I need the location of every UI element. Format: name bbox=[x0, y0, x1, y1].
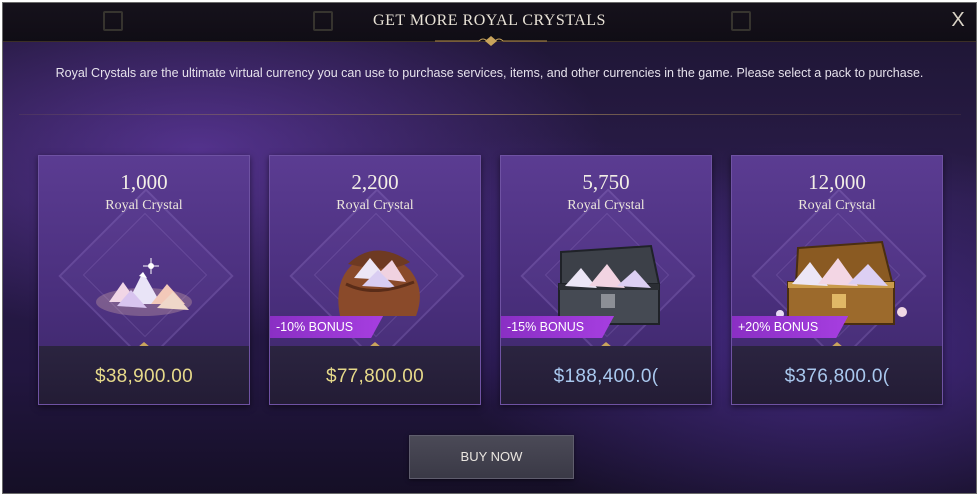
buy-now-button[interactable]: BUY NOW bbox=[409, 435, 574, 479]
dialog-description: Royal Crystals are the ultimate virtual … bbox=[55, 66, 924, 80]
pack-quantity: 12,000 bbox=[808, 170, 866, 194]
title-ornament-icon bbox=[435, 36, 547, 46]
pack-quantity: 1,000 bbox=[120, 170, 168, 194]
pack-card-1000[interactable]: 1,000 Royal Crystal $38,900.00 bbox=[38, 155, 250, 405]
bonus-ribbon: +20% BONUS bbox=[732, 316, 848, 338]
pack-unit: Royal Crystal bbox=[798, 198, 876, 213]
close-button[interactable]: X bbox=[948, 9, 968, 31]
bonus-ribbon: -10% BONUS bbox=[270, 316, 383, 338]
pack-unit: Royal Crystal bbox=[105, 198, 183, 213]
pack-quantity: 2,200 bbox=[351, 170, 399, 194]
pack-unit: Royal Crystal bbox=[567, 198, 645, 213]
pack-card-5750[interactable]: 5,750 Royal Crystal -15% BONUS $188,400.… bbox=[500, 155, 712, 405]
divider bbox=[19, 114, 961, 115]
pack-card-2200[interactable]: 2,200 Royal Crystal -10% BONUS $77,800.0… bbox=[269, 155, 481, 405]
pack-card-12000[interactable]: 12,000 Royal Crystal +20% BONUS $376,800… bbox=[731, 155, 943, 405]
pack-price: $38,900.00 bbox=[94, 366, 194, 387]
pack-price: $77,800.00 bbox=[325, 366, 425, 387]
crystal-shop-dialog: GET MORE ROYAL CRYSTALS X Royal Crystals… bbox=[2, 2, 977, 494]
bonus-ribbon: -15% BONUS bbox=[501, 316, 614, 338]
dialog-title: GET MORE ROYAL CRYSTALS bbox=[373, 12, 606, 29]
pack-quantity: 5,750 bbox=[582, 170, 630, 194]
pack-price: $376,800.0( bbox=[784, 366, 890, 387]
pack-price: $188,400.0( bbox=[553, 366, 659, 387]
crystal-pile-icon bbox=[96, 258, 192, 316]
pack-unit: Royal Crystal bbox=[336, 198, 414, 213]
